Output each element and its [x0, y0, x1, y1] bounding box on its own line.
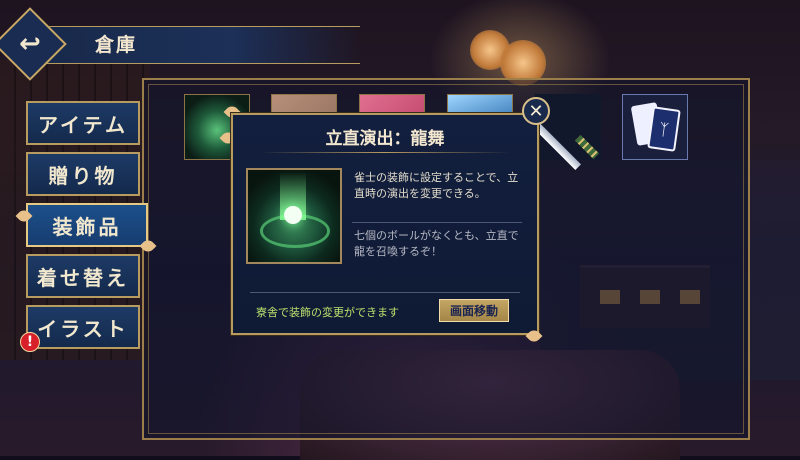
- back-arrow-icon[interactable]: ↩: [4, 18, 56, 70]
- tab-decorations[interactable]: 装飾品: [26, 203, 148, 247]
- header-bar: [40, 26, 360, 64]
- page-title: 倉庫: [95, 34, 138, 56]
- description-divider: [352, 222, 522, 223]
- orb-icon: [284, 206, 302, 224]
- footer-hint: 寮舎で装飾の変更ができます: [256, 306, 399, 319]
- item-flavor-text: 七個のボールがなくとも、立直で龍を召喚するぞ！: [354, 229, 519, 258]
- popup-divider: [260, 152, 510, 153]
- alert-icon: !: [20, 332, 40, 352]
- footer-divider: [250, 292, 520, 293]
- tab-items[interactable]: アイテム: [26, 101, 140, 145]
- card-front-icon: ᛉ: [647, 106, 681, 152]
- popup-title: 立直演出：龍舞: [325, 129, 445, 149]
- tab-outfits[interactable]: 着せ替え: [26, 254, 140, 298]
- item-description: 雀士の装飾に設定することで、立直時の演出を変更できる。: [354, 171, 519, 200]
- tab-gifts[interactable]: 贈り物: [26, 152, 140, 196]
- screen-move-button[interactable]: 画面移動: [439, 299, 509, 322]
- close-button[interactable]: ✕: [522, 97, 550, 125]
- tab-illustrations[interactable]: イラスト: [26, 305, 140, 349]
